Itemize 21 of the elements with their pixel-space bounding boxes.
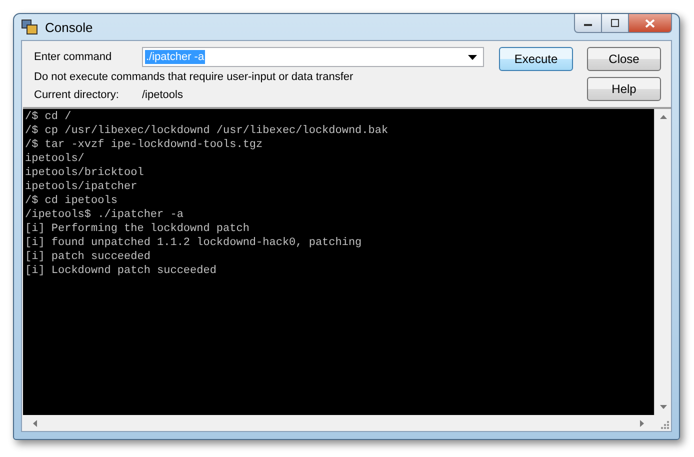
- directory-value: /ipetools: [142, 89, 183, 101]
- resize-grip-icon[interactable]: [659, 419, 669, 429]
- maximize-button[interactable]: [602, 14, 629, 33]
- dropdown-icon[interactable]: [468, 54, 477, 60]
- dialog-button[interactable]: Help: [587, 77, 661, 101]
- close-button[interactable]: [629, 14, 672, 33]
- app-icon: [21, 19, 39, 35]
- scroll-down-icon[interactable]: [660, 405, 666, 409]
- scroll-up-icon[interactable]: [660, 115, 666, 119]
- scroll-right-icon[interactable]: [640, 420, 644, 426]
- dialog-button[interactable]: Execute: [499, 47, 573, 71]
- minimize-button[interactable]: [574, 14, 602, 33]
- close-icon[interactable]: [645, 18, 655, 28]
- maximize-icon[interactable]: [610, 19, 620, 27]
- dialog-button[interactable]: Close: [587, 47, 661, 71]
- scroll-left-icon[interactable]: [33, 420, 37, 426]
- window-title: Console: [45, 20, 94, 34]
- warning-text: Do not execute commands that require user-input or data transfer: [34, 71, 354, 83]
- command-label: Enter command: [34, 51, 113, 63]
- console-output: /$ cd / /$ cp /usr/libexec/lockdownd /usr/libexec/lockdownd.bak /$ tar -xvzf ipe-lockdownd-tools.tgz ipetools/ ipetools/bricktool ipetools/ipatcher /$ cd ipetools /ipetools$ ./ipatcher -a [i] Performing the lockdownd patch [i] found unpatched 1.1.2 lockdownd-hack0, patching [i] patch succeeded [i] Lockdownd patch succeeded: [23, 109, 654, 415]
- directory-label: Current directory:: [34, 89, 120, 101]
